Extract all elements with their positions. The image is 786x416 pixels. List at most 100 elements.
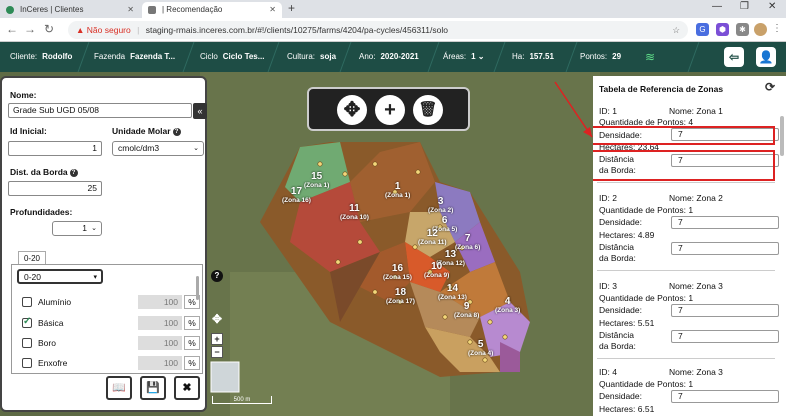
header-divider	[177, 42, 195, 72]
app-header: Cliente: Rodolfo Fazenda Fazenda T... Cicl…	[0, 42, 786, 72]
browser-tab-clientes[interactable]: InCeres | Clientes ✕	[0, 2, 140, 18]
extensions-puzzle-icon[interactable]: ✱	[736, 23, 749, 36]
exit-icon: ⇦	[728, 50, 740, 64]
nome-input[interactable]: Grade Sub UGD 05/08	[8, 103, 192, 118]
zone-name: Nome: Zona 3	[669, 281, 723, 291]
tab-title: | Recomendação	[162, 5, 223, 14]
url-text: staging-rmais.inceres.com.br/#!/clients/…	[145, 25, 448, 35]
header-pontos: Pontos: 29	[580, 52, 622, 61]
basica-checkbox[interactable]	[22, 316, 32, 328]
zoom-in-button[interactable]: +	[211, 333, 223, 345]
nome-label: Nome:	[10, 90, 37, 100]
browser-tab-recomendacao[interactable]: | Recomendação ✕	[142, 2, 282, 18]
add-button[interactable]: +	[375, 95, 405, 125]
save-button[interactable]: 💾	[140, 376, 166, 400]
header-cultura: Cultura: soja	[287, 52, 337, 61]
chevron-down-icon: ⌄	[475, 52, 485, 61]
element-row-aluminio: Alumínio 100 %	[18, 295, 200, 311]
header-ha: Ha: 157.51	[512, 52, 554, 61]
zone-label: 17 (Zona 16)	[282, 186, 311, 205]
url-field[interactable]: ▲ Não seguro | staging-rmais.inceres.com…	[68, 21, 688, 39]
distance-input[interactable]: 7	[671, 330, 779, 343]
dist-borda-input[interactable]: 25	[8, 181, 102, 196]
zone-label: 14 (Zona 13)	[438, 283, 467, 302]
profile-avatar-icon[interactable]	[754, 23, 767, 36]
translate-extension-icon[interactable]: G	[696, 23, 709, 36]
question-icon: ?	[214, 271, 220, 280]
density-label: Densidade:	[599, 217, 643, 227]
distance-label: da Borda:	[599, 253, 636, 263]
reload-icon[interactable]: ↻	[44, 22, 54, 36]
elements-scrollbar[interactable]	[196, 276, 199, 300]
pan-icon[interactable]: ✥	[211, 313, 223, 326]
header-fazenda[interactable]: Fazenda Fazenda T...	[94, 52, 175, 61]
delete-button[interactable]: 🗑	[413, 95, 443, 125]
percent-unit: %	[184, 316, 200, 330]
zone-points: Quantidade de Pontos: 1	[599, 379, 694, 389]
element-percent-input[interactable]: 100	[138, 316, 182, 330]
zone-label: 5 (Zona 4)	[468, 339, 494, 358]
header-ciclo[interactable]: Ciclo Ciclo Tes...	[200, 52, 264, 61]
element-percent-input[interactable]: 100	[138, 336, 182, 350]
enxofre-checkbox[interactable]	[22, 358, 32, 368]
extension-icon[interactable]: ⬢	[716, 23, 729, 36]
forward-icon[interactable]: →	[24, 22, 36, 36]
refresh-icon[interactable]: ⟳	[765, 80, 775, 94]
user-button[interactable]: 👤	[756, 47, 776, 67]
close-tab-icon[interactable]: ✕	[127, 2, 134, 18]
zone-table-scrollbar[interactable]	[780, 116, 784, 156]
zoom-out-button[interactable]: −	[211, 346, 223, 358]
browser-menu-icon[interactable]: ⋮	[772, 23, 782, 34]
percent-unit: %	[184, 356, 200, 370]
density-input[interactable]: 7	[671, 390, 779, 403]
zone-hectares: Hectares: 5.51	[599, 318, 655, 328]
unidade-molar-select[interactable]: cmolc/dm3 ⌄	[112, 141, 204, 156]
back-icon[interactable]: ←	[6, 22, 18, 36]
help-icon[interactable]: ?	[172, 127, 181, 136]
move-button[interactable]: ✥	[337, 95, 367, 125]
aluminio-checkbox[interactable]	[22, 297, 32, 307]
exit-button[interactable]: ⇦	[724, 47, 744, 67]
address-bar: ← → ↻ ▲ Não seguro | staging-rmais.incer…	[0, 18, 786, 42]
header-divider	[682, 42, 700, 72]
element-row-boro: Boro 100 %	[18, 336, 200, 352]
zone-divider	[597, 358, 775, 359]
density-input[interactable]: 7	[671, 304, 779, 317]
minimap-thumbnail[interactable]	[210, 361, 240, 393]
maximize-icon[interactable]: ❐	[740, 1, 749, 12]
element-percent-input[interactable]: 100	[138, 295, 182, 309]
zone-hectares: Hectares: 4.89	[599, 230, 655, 240]
minimize-icon[interactable]: —	[712, 1, 722, 12]
depth-select[interactable]: 0-20 ▾	[17, 269, 103, 284]
boro-checkbox[interactable]	[22, 338, 32, 348]
export-button[interactable]: 📖	[106, 376, 132, 400]
zone-name: Nome: Zona 3	[669, 367, 723, 377]
zone-settings-panel: Nome: Grade Sub UGD 05/08 « Id Inicial: …	[0, 76, 207, 412]
close-window-icon[interactable]: ✕	[768, 1, 776, 12]
zone-points: Quantidade de Pontos: 1	[599, 205, 694, 215]
bookmark-star-icon[interactable]: ☆	[672, 21, 680, 39]
density-input[interactable]: 7	[671, 216, 779, 229]
profundidades-stepper[interactable]: 1 ⌄	[52, 221, 102, 236]
distance-input[interactable]: 7	[671, 242, 779, 255]
help-button[interactable]: ?	[211, 270, 223, 282]
header-cliente[interactable]: Cliente: Rodolfo	[10, 52, 72, 61]
distance-label: da Borda:	[599, 341, 636, 351]
map-scale: 500 m	[212, 396, 272, 404]
new-tab-icon[interactable]: +	[288, 1, 295, 15]
zone-name: Nome: Zona 1	[669, 106, 723, 116]
close-button[interactable]: ✖	[174, 376, 200, 400]
id-inicial-input[interactable]: 1	[8, 141, 102, 156]
distance-label: Distância	[599, 242, 634, 252]
element-row-enxofre: Enxofre 100 %	[18, 356, 200, 372]
zone-divider	[597, 182, 775, 183]
id-inicial-label: Id Inicial:	[10, 126, 47, 136]
close-tab-icon[interactable]: ✕	[269, 2, 276, 18]
header-areas[interactable]: Áreas: 1 ⌄	[443, 52, 485, 61]
help-icon[interactable]: ?	[69, 168, 78, 177]
collapse-panel-button[interactable]: «	[193, 103, 207, 119]
element-percent-input[interactable]: 100	[138, 356, 182, 370]
tab-depth-0-20[interactable]: 0-20	[18, 251, 46, 265]
header-divider	[334, 42, 352, 72]
chevron-down-icon: ▾	[93, 274, 97, 281]
